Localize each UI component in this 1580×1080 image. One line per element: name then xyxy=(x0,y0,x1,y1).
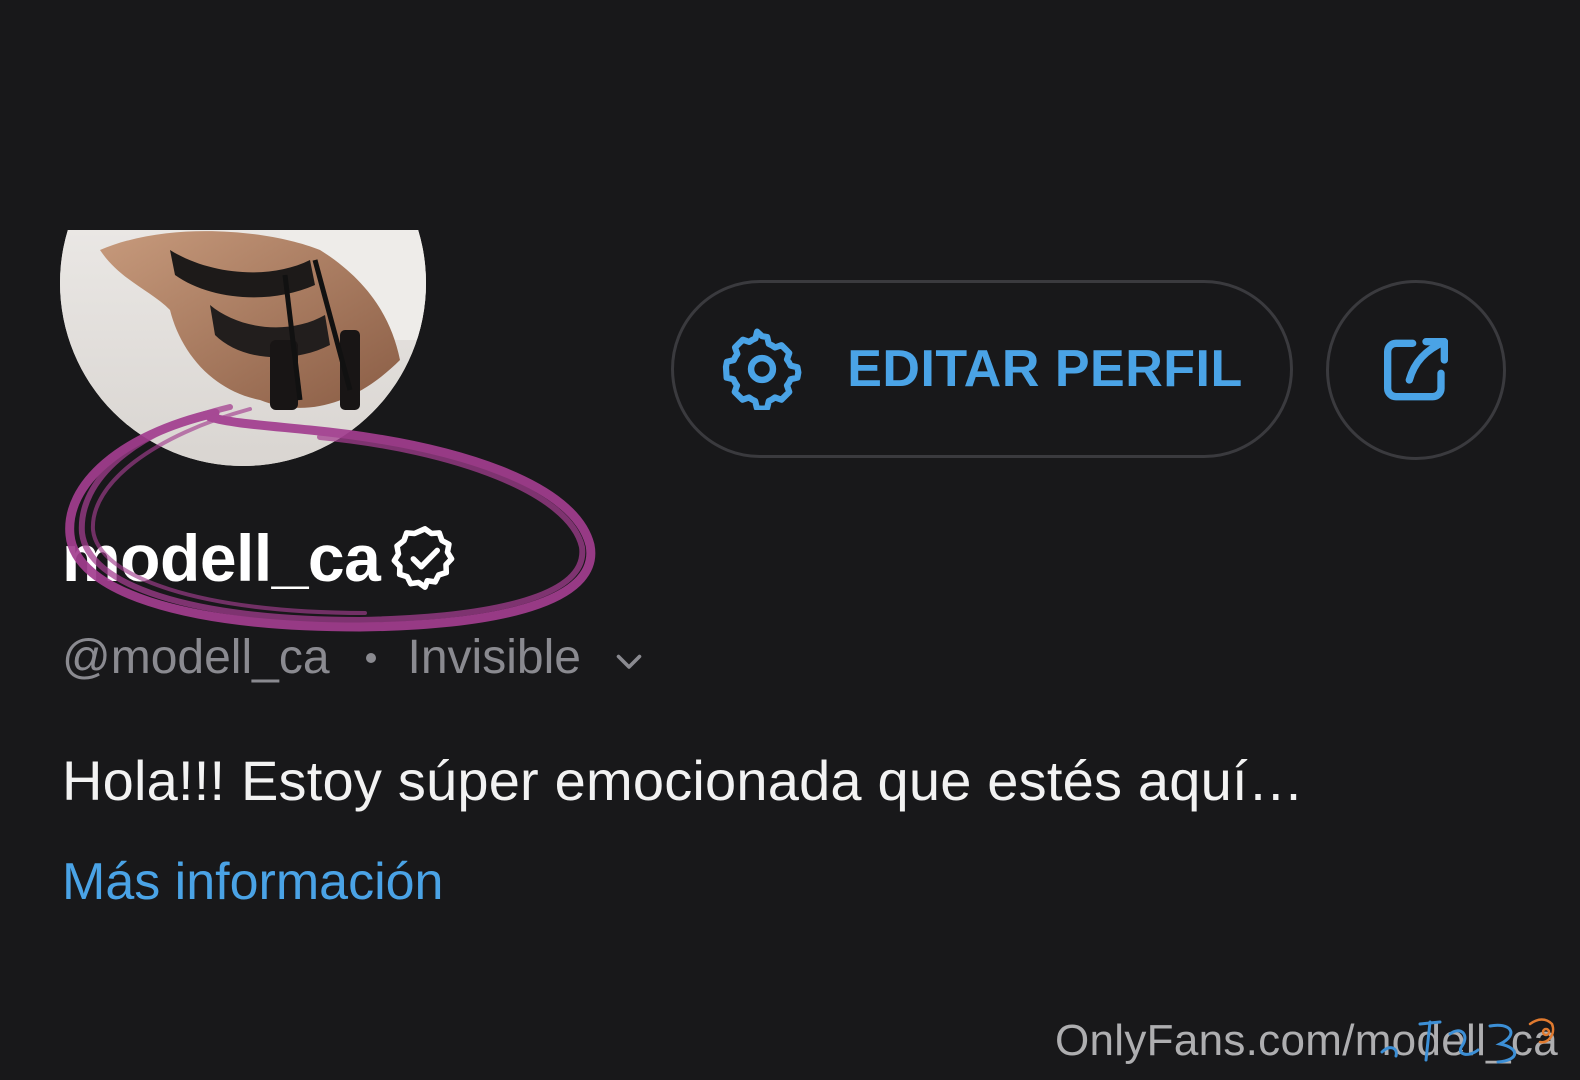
verified-badge-icon xyxy=(390,523,460,593)
online-status-dropdown[interactable]: Invisible xyxy=(408,630,647,685)
online-status-label: Invisible xyxy=(407,631,581,684)
profile-bio: Hola!!! Estoy súper emocionada que estés… xyxy=(62,749,1304,812)
avatar[interactable] xyxy=(60,230,426,466)
share-button[interactable] xyxy=(1326,280,1506,460)
display-name-text: modell_ca xyxy=(62,521,381,595)
edit-profile-label: EDITAR PERFIL xyxy=(847,340,1243,398)
share-icon xyxy=(1376,330,1456,410)
profile-page: EDITAR PERFIL modell_ca @modell_ca Invis… xyxy=(0,0,1580,1080)
username-handle: @modell_ca xyxy=(62,631,330,684)
handle-row: @modell_ca Invisible xyxy=(62,630,647,685)
separator-dot xyxy=(365,652,376,663)
gear-icon xyxy=(721,328,803,410)
chevron-down-icon xyxy=(611,643,647,679)
avatar-photo xyxy=(60,230,426,466)
watermark-text: OnlyFans.com/modell_ca xyxy=(1054,1016,1558,1065)
more-info-link[interactable]: Más información xyxy=(62,852,443,912)
display-name: modell_ca xyxy=(62,520,460,596)
edit-profile-button[interactable]: EDITAR PERFIL xyxy=(671,280,1293,458)
